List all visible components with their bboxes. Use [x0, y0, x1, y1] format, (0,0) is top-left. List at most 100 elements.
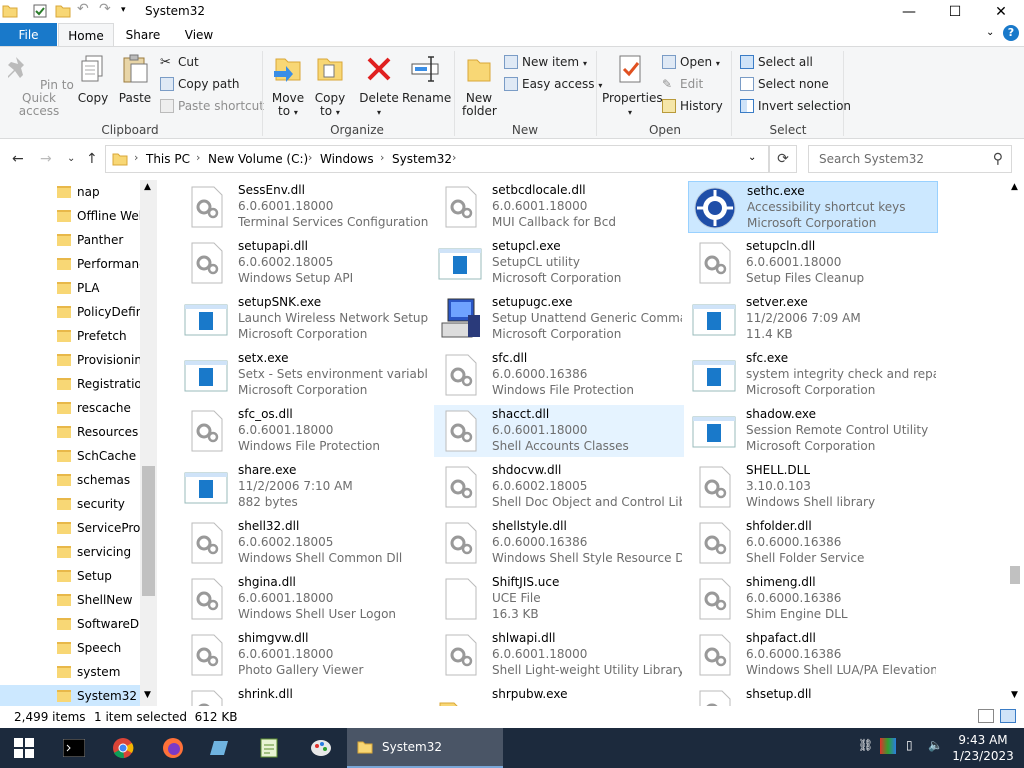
move-to-button[interactable]: Move to ▾ [268, 53, 308, 119]
scroll-down-icon[interactable]: ▼ [144, 690, 151, 700]
volume-tray-icon[interactable]: 🔈 [928, 738, 943, 752]
tab-file[interactable]: File [0, 23, 57, 47]
close-button[interactable]: ✕ [978, 0, 1024, 23]
start-button[interactable] [0, 728, 48, 768]
copy-path-button[interactable]: Copy path [160, 74, 240, 94]
tab-share[interactable]: Share [116, 23, 170, 47]
breadcrumb-this-pc[interactable]: This PC [146, 152, 190, 166]
delete-button[interactable]: Delete ▾ [358, 53, 400, 119]
sidebar-folder-item[interactable]: Registration [0, 373, 140, 397]
taskbar-app-3[interactable] [297, 728, 345, 768]
new-folder-quick-icon[interactable] [55, 3, 71, 19]
search-box[interactable]: Search System32 ⚲ [808, 145, 1012, 173]
sidebar-folder-item[interactable]: schemas [0, 469, 140, 493]
customize-quick-access-icon[interactable]: ▾ [121, 5, 137, 21]
sidebar-folder-item[interactable]: nap [0, 181, 140, 205]
file-tile[interactable]: sethc.exe Accessibility shortcut keys Micr… [688, 181, 938, 233]
clock[interactable]: 9:43 AM 1/23/2023 [950, 732, 1016, 764]
collapse-ribbon-icon[interactable]: ⌄ [986, 27, 994, 38]
file-tile[interactable]: setupcl.exe SetupCL utility Microsoft Corp… [434, 237, 684, 289]
breadcrumb-new-volume[interactable]: New Volume (C:) [208, 152, 308, 166]
scroll-up-icon[interactable]: ▲ [144, 182, 151, 192]
file-tile[interactable]: shpafact.dll 6.0.6000.16386 Windows Shell … [688, 629, 938, 681]
file-tile[interactable]: shimeng.dll 6.0.6000.16386 Shim Engine DLL [688, 573, 938, 625]
refresh-button[interactable]: ⟳ [769, 145, 797, 173]
invert-selection-button[interactable]: Invert selection [740, 96, 851, 116]
scroll-down-icon[interactable]: ▼ [1011, 690, 1018, 700]
edit-button[interactable]: ✎ Edit [662, 74, 703, 94]
file-tile[interactable]: sfc.exe system integrity check and repair… [688, 349, 938, 401]
file-tile[interactable]: setupugc.exe Setup Unattend Generic Comma… [434, 293, 684, 345]
scrollbar-thumb[interactable] [1010, 566, 1020, 584]
taskbar-app-1[interactable] [197, 728, 245, 768]
sidebar-folder-item[interactable]: Setup [0, 565, 140, 589]
tab-view[interactable]: View [172, 23, 226, 47]
sidebar-folder-item[interactable]: PLA [0, 277, 140, 301]
back-arrow-icon[interactable]: ← [12, 151, 24, 167]
up-arrow-icon[interactable]: ↑ [86, 151, 98, 167]
file-tile[interactable]: setver.exe 11/2/2006 7:09 AM 11.4 KB [688, 293, 938, 345]
taskbar-chrome[interactable] [99, 728, 147, 768]
breadcrumb-windows[interactable]: Windows [320, 152, 374, 166]
scrollbar-thumb[interactable] [142, 466, 155, 596]
details-view-icon[interactable] [978, 709, 994, 723]
file-tile[interactable]: setbcdlocale.dll 6.0.6001.18000 MUI Callba… [434, 181, 684, 233]
file-tile[interactable]: shlwapi.dll 6.0.6001.18000 Shell Light-wei… [434, 629, 684, 681]
address-bar[interactable]: › This PC › New Volume (C:) › Windows › … [105, 145, 769, 173]
file-tile[interactable]: shacct.dll 6.0.6001.18000 Shell Accounts C… [434, 405, 684, 457]
file-tile[interactable]: sfc_os.dll 6.0.6001.18000 Windows File Pro… [180, 405, 430, 457]
file-tile[interactable]: shsetup.dll [688, 685, 938, 706]
taskbar-command-prompt[interactable] [50, 728, 98, 768]
sidebar-folder-item[interactable]: SchCache [0, 445, 140, 469]
copy-to-button[interactable]: Copy to ▾ [311, 53, 349, 119]
usb-tray-icon[interactable]: ▯ [906, 738, 913, 752]
sidebar-folder-item[interactable]: ShellNew [0, 589, 140, 613]
tab-home[interactable]: Home [58, 23, 114, 47]
sidebar-folder-item[interactable]: servicing [0, 541, 140, 565]
new-item-button[interactable]: New item ▾ [504, 52, 587, 72]
file-tile[interactable]: share.exe 11/2/2006 7:10 AM 882 bytes [180, 461, 430, 513]
search-input[interactable]: Search System32 [819, 152, 924, 166]
sidebar-folder-item[interactable]: Panther [0, 229, 140, 253]
sidebar-folder-item[interactable]: SoftwareDis [0, 613, 140, 637]
file-tile[interactable]: sfc.dll 6.0.6000.16386 Windows File Protec… [434, 349, 684, 401]
help-icon[interactable]: ? [1003, 25, 1019, 41]
large-icons-view-icon[interactable] [1000, 709, 1016, 723]
paste-button[interactable]: Paste [116, 53, 154, 105]
file-tile[interactable]: shimgvw.dll 6.0.6001.18000 Photo Gallery V… [180, 629, 430, 681]
sidebar-folder-item[interactable]: Speech [0, 637, 140, 661]
redo-icon[interactable]: ↷ [99, 1, 115, 17]
file-tile[interactable]: shgina.dll 6.0.6001.18000 Windows Shell Us… [180, 573, 430, 625]
recent-locations-icon[interactable]: ⌄ [67, 153, 75, 164]
file-tile[interactable]: shrink.dll [180, 685, 430, 706]
forward-arrow-icon[interactable]: → [40, 151, 52, 167]
maximize-button[interactable]: ☐ [932, 0, 978, 23]
file-tile[interactable]: ShiftJIS.uce UCE File 16.3 KB [434, 573, 684, 625]
file-tile[interactable]: SessEnv.dll 6.0.6001.18000 Terminal Servic… [180, 181, 430, 233]
sidebar-folder-item[interactable]: PolicyDefini [0, 301, 140, 325]
file-tile[interactable]: shell32.dll 6.0.6002.18005 Windows Shell C… [180, 517, 430, 569]
file-tile[interactable]: setupcln.dll 6.0.6001.18000 Setup Files Cl… [688, 237, 938, 289]
copy-button[interactable]: Copy [74, 53, 112, 105]
taskbar-file-explorer-system32[interactable]: System32 [347, 728, 503, 768]
taskbar-firefox[interactable] [149, 728, 197, 768]
new-folder-button[interactable]: New folder [458, 53, 500, 118]
sidebar-folder-item[interactable]: ServiceProfi [0, 517, 140, 541]
taskbar-app-2[interactable] [245, 728, 293, 768]
select-all-button[interactable]: Select all [740, 52, 813, 72]
properties-button[interactable]: Properties ▾ [602, 53, 663, 119]
scroll-up-icon[interactable]: ▲ [1011, 182, 1018, 192]
history-button[interactable]: History [662, 96, 723, 116]
easy-access-button[interactable]: Easy access ▾ [504, 74, 602, 94]
undo-icon[interactable]: ↶ [77, 1, 93, 17]
sidebar-folder-item[interactable]: Prefetch [0, 325, 140, 349]
minimize-button[interactable]: — [886, 0, 932, 23]
sidebar-folder-item[interactable]: Offline Web [0, 205, 140, 229]
cut-button[interactable]: ✂ Cut [160, 52, 199, 72]
file-tile[interactable]: setupSNK.exe Launch Wireless Network Setu… [180, 293, 430, 345]
pin-to-quick-access-button[interactable]: Pin to Quick access [4, 53, 74, 118]
sidebar-folder-item[interactable]: System32 [0, 685, 140, 706]
display-tray-icon[interactable] [880, 738, 896, 754]
sidebar-folder-item[interactable]: rescache [0, 397, 140, 421]
file-tile[interactable]: shellstyle.dll 6.0.6000.16386 Windows Shel… [434, 517, 684, 569]
